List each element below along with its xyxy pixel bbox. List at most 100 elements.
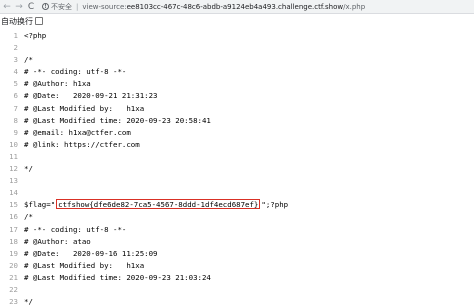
source-line: 2 bbox=[0, 42, 474, 54]
line-number: 2 bbox=[13, 43, 18, 53]
line-number: 20 bbox=[9, 260, 18, 270]
source-line: 12 */ bbox=[0, 163, 474, 175]
code-segment: # @Last Modified time: 2020-09-23 21:03:… bbox=[24, 272, 211, 282]
source-line: 3 /* bbox=[0, 54, 474, 66]
line-number: 11 bbox=[9, 151, 18, 161]
line-number: 22 bbox=[9, 284, 18, 294]
code-segment: # -*- coding: utf-8 -*- bbox=[24, 67, 127, 77]
line-wrap-checkbox[interactable] bbox=[35, 17, 43, 25]
code-text: # @Date: 2020-09-21 21:31:23 bbox=[24, 90, 158, 102]
source-line: 8 # @Last Modified time: 2020-09-23 20:58… bbox=[0, 115, 474, 127]
code-segment: # @Date: 2020-09-21 21:31:23 bbox=[24, 91, 158, 101]
source-line: 16 /* bbox=[0, 211, 474, 223]
source-line: 4 # -*- coding: utf-8 -*- bbox=[0, 66, 474, 78]
line-wrap-label: 自动换行 bbox=[1, 16, 33, 26]
code-segment: */ bbox=[24, 297, 33, 307]
code-segment: # @Author: h1xa bbox=[24, 79, 91, 89]
line-number: 6 bbox=[13, 91, 18, 101]
code-text: */ bbox=[24, 163, 33, 175]
line-number: 19 bbox=[9, 248, 18, 258]
url-path: /x.php bbox=[343, 2, 366, 11]
code-text: # -*- coding: utf-8 -*- bbox=[24, 224, 126, 236]
line-number: 1 bbox=[13, 31, 18, 40]
source-line: 18 # @Author: atao bbox=[0, 236, 474, 248]
line-number: 10 bbox=[9, 139, 18, 149]
code-text: # @email: h1xa@ctfer.com bbox=[24, 127, 131, 139]
line-number: 7 bbox=[13, 103, 18, 113]
browser-address-bar: ← → C ! 不安全 | view-source:ee8103cc-467c-… bbox=[0, 0, 474, 14]
code-segment: $flag=" bbox=[24, 200, 56, 210]
code-text: # @Last Modified by: h1xa bbox=[24, 260, 144, 272]
code-text: # @Last Modified by: h1xa bbox=[24, 103, 144, 115]
code-segment: /* bbox=[24, 55, 33, 65]
flag-highlight: ctfshow{dfe6de82-7ca5-4567-8ddd-1df4ecd6… bbox=[56, 199, 261, 210]
line-number: 4 bbox=[13, 67, 18, 77]
code-text: # @link: https://ctfer.com bbox=[24, 139, 140, 151]
source-line: 10 # @link: https://ctfer.com bbox=[0, 139, 474, 151]
source-line: 11 bbox=[0, 151, 474, 163]
url-host: ee8103cc-467c-48c6-abdb-a9124eb4a493.cha… bbox=[126, 2, 344, 11]
divider: | bbox=[76, 2, 79, 11]
source-line: 6 # @Date: 2020-09-21 21:31:23 bbox=[0, 90, 474, 102]
code-segment: # @email: h1xa@ctfer.com bbox=[24, 127, 131, 137]
code-segment: # @Last Modified by: h1xa bbox=[24, 103, 145, 113]
code-segment: */ bbox=[24, 164, 33, 174]
source-line: 19 # @Date: 2020-09-16 11:25:09 bbox=[0, 248, 474, 260]
source-line: 9 # @email: h1xa@ctfer.com bbox=[0, 127, 474, 139]
code-text: # @Last Modified time: 2020-09-23 21:03:… bbox=[24, 272, 211, 284]
line-wrap-toggle: 自动换行 bbox=[0, 15, 43, 27]
source-line: 13 bbox=[0, 175, 474, 187]
line-number: 12 bbox=[9, 164, 18, 174]
back-arrow-icon[interactable]: ← bbox=[2, 1, 12, 13]
line-number: 13 bbox=[9, 176, 18, 186]
line-number: 14 bbox=[9, 188, 18, 198]
url-prefix: view-source: bbox=[82, 2, 127, 11]
code-text: /* bbox=[24, 54, 33, 66]
code-segment: # @Last Modified time: 2020-09-23 20:58:… bbox=[24, 115, 211, 125]
line-number: 18 bbox=[9, 236, 18, 246]
code-text: # -*- coding: utf-8 -*- bbox=[24, 66, 126, 78]
line-number: 21 bbox=[9, 272, 18, 282]
code-segment: # @Date: 2020-09-16 11:25:09 bbox=[24, 248, 158, 258]
source-line: 14 bbox=[0, 187, 474, 199]
line-number: 5 bbox=[13, 79, 18, 89]
source-line: 1 <?php bbox=[0, 30, 474, 42]
code-text: */ bbox=[24, 296, 33, 308]
line-number: 23 bbox=[9, 297, 18, 307]
source-line: 23 */ bbox=[0, 296, 474, 308]
code-segment: # -*- coding: utf-8 -*- bbox=[24, 224, 127, 234]
code-text: /* bbox=[24, 211, 33, 223]
source-line: 7 # @Last Modified by: h1xa bbox=[0, 103, 474, 115]
code-segment: ";?php bbox=[261, 200, 289, 210]
code-segment: /* bbox=[24, 212, 33, 222]
source-view: 1 <?php 2 3/* 4 # -*- coding: utf-8 -*- 5 # @Au… bbox=[0, 30, 474, 308]
line-number: 17 bbox=[9, 224, 18, 234]
source-line: 21 # @Last Modified time: 2020-09-23 21:0… bbox=[0, 272, 474, 284]
code-segment: # @Last Modified by: h1xa bbox=[24, 260, 145, 270]
source-line: 5 # @Author: h1xa bbox=[0, 78, 474, 90]
code-segment: # @Author: atao bbox=[24, 236, 91, 246]
info-icon: ! bbox=[42, 3, 49, 10]
reload-icon[interactable]: C bbox=[26, 1, 36, 13]
line-number: 8 bbox=[13, 115, 18, 125]
code-segment: # @link: https://ctfer.com bbox=[24, 139, 140, 149]
code-text: # @Author: h1xa bbox=[24, 78, 91, 90]
code-text: # @Last Modified time: 2020-09-23 20:58:… bbox=[24, 115, 211, 127]
security-label: 不安全 bbox=[51, 2, 72, 11]
source-line: 20 # @Last Modified by: h1xa bbox=[0, 260, 474, 272]
line-number: 3 bbox=[13, 55, 18, 65]
code-segment: <?php bbox=[24, 31, 47, 40]
source-line: 15 $flag=" ctfshow{dfe6de82-7ca5-4567-8ddd… bbox=[0, 199, 474, 211]
code-text: $flag=" ctfshow{dfe6de82-7ca5-4567-8ddd-1… bbox=[24, 199, 288, 211]
forward-arrow-icon[interactable]: → bbox=[14, 1, 24, 13]
url-field[interactable]: view-source:ee8103cc-467c-48c6-abdb-a912… bbox=[82, 3, 365, 11]
line-number: 15 bbox=[9, 200, 18, 210]
security-indicator[interactable]: ! 不安全 bbox=[42, 2, 72, 12]
code-text: # @Date: 2020-09-16 11:25:09 bbox=[24, 248, 158, 260]
source-line: 22 bbox=[0, 284, 474, 296]
code-text: <?php bbox=[24, 30, 46, 42]
code-text: # @Author: atao bbox=[24, 236, 91, 248]
line-number: 16 bbox=[9, 212, 18, 222]
line-number: 9 bbox=[13, 127, 18, 137]
source-line: 17 # -*- coding: utf-8 -*- bbox=[0, 224, 474, 236]
